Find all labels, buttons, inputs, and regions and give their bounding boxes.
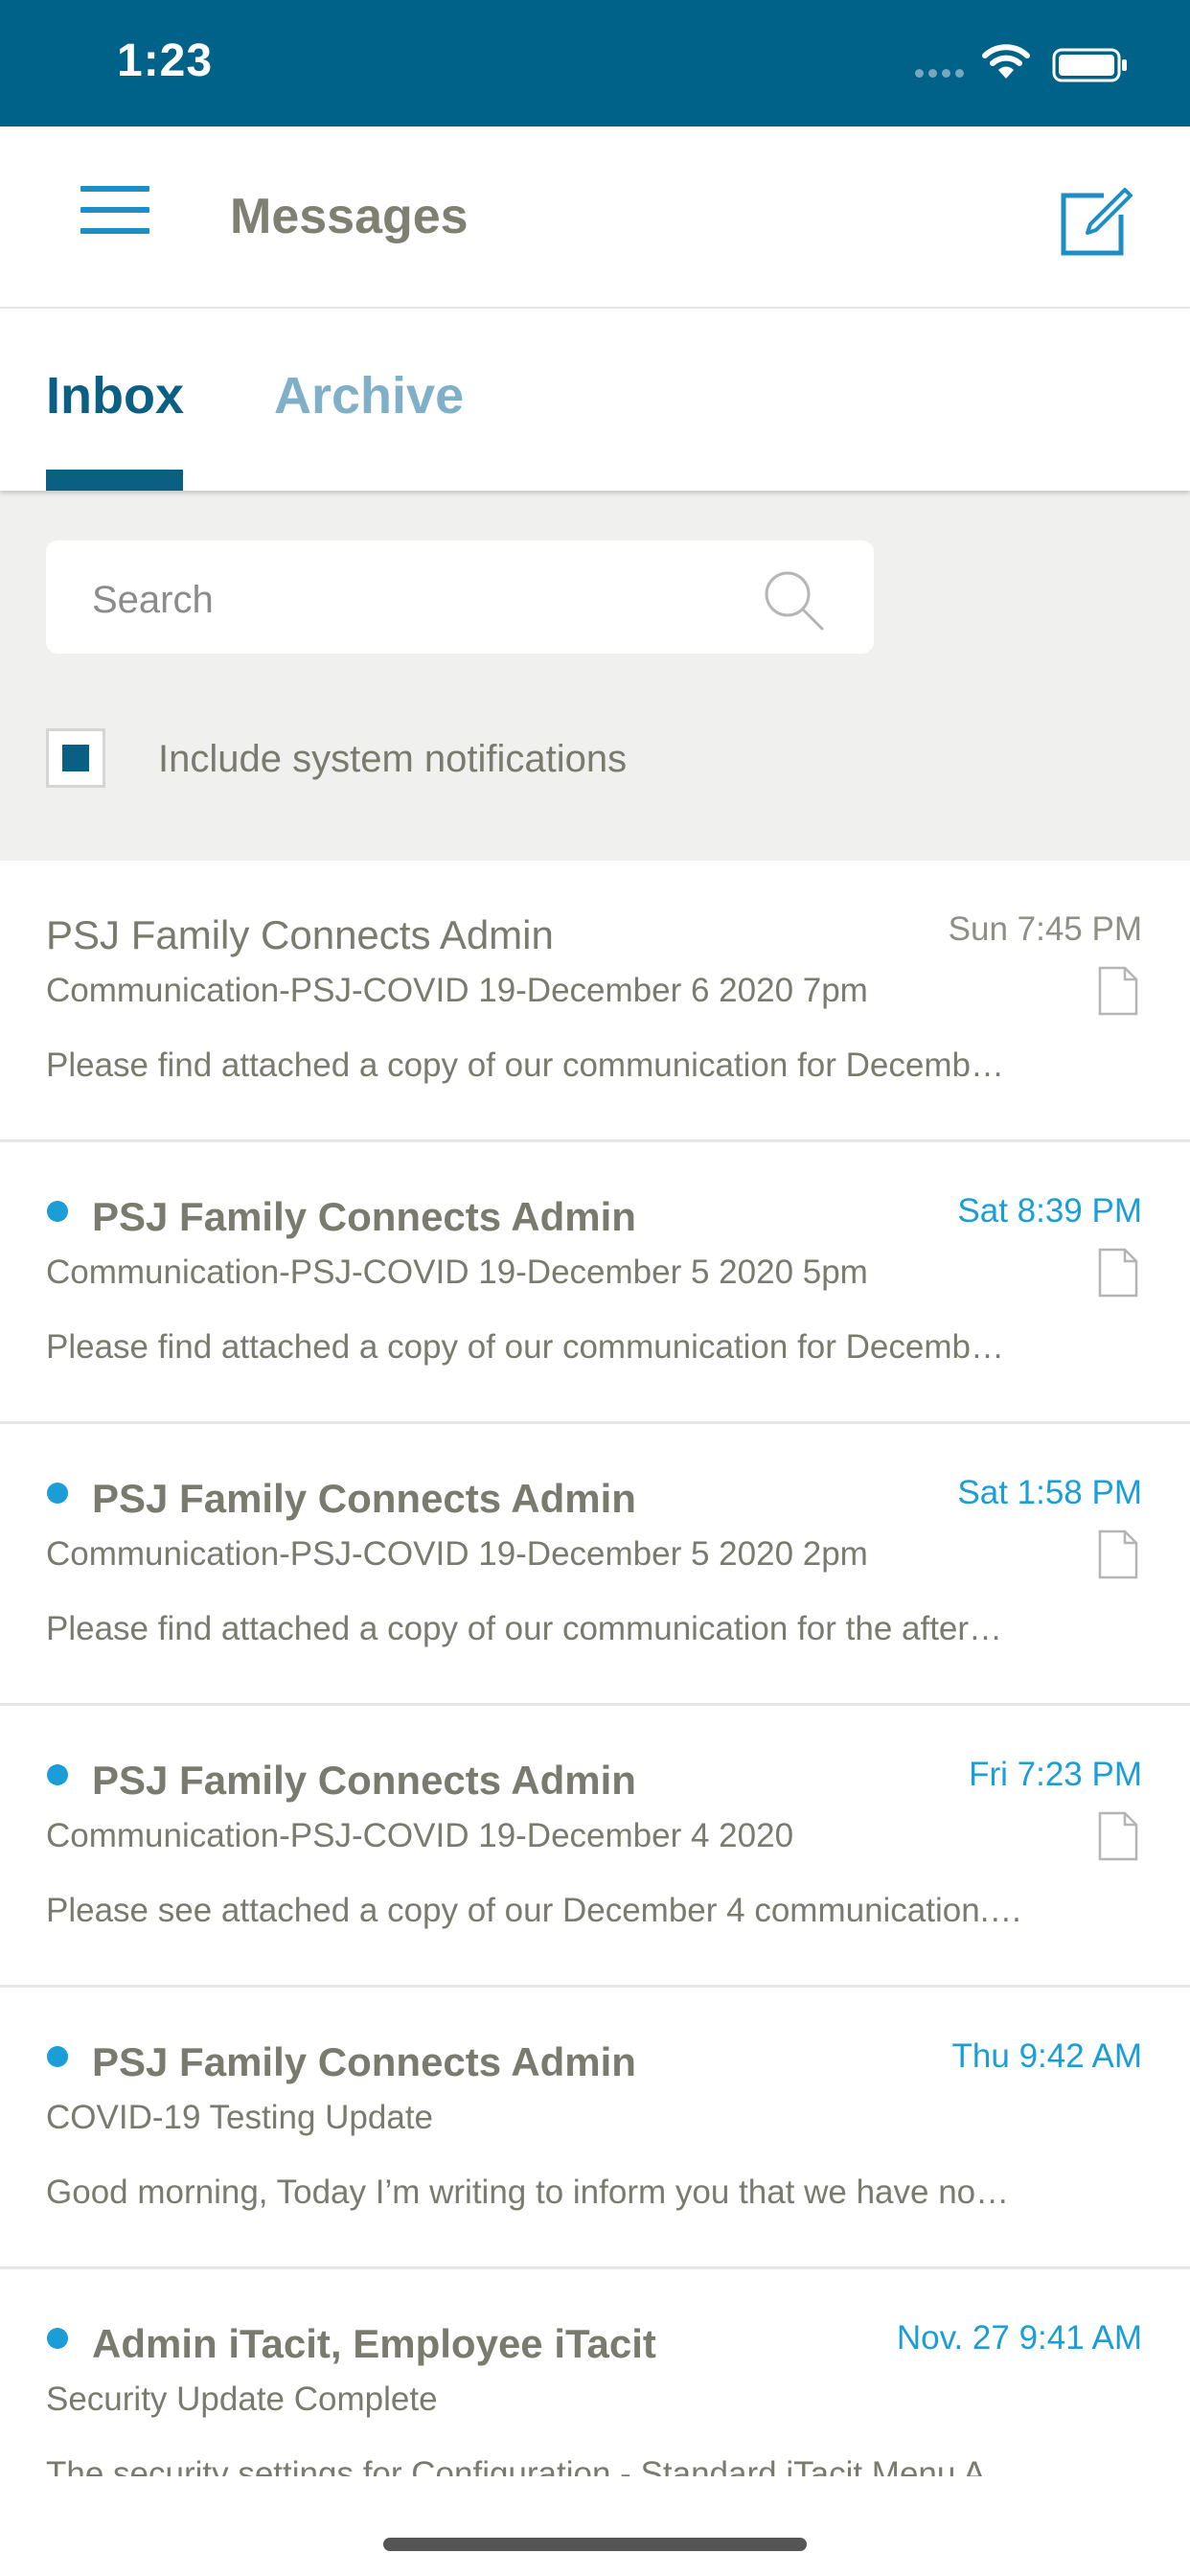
unread-indicator-icon (47, 1764, 68, 1785)
message-subject: Communication-PSJ-COVID 19-December 5 20… (46, 1535, 868, 1573)
message-sender: PSJ Family Connects Admin (46, 912, 554, 957)
message-preview: Please find attached a copy of our commu… (46, 1328, 1004, 1366)
message-time: Nov. 27 9:41 AM (896, 2319, 1142, 2357)
message-list: PSJ Family Connects Admin Sun 7:45 PM Comm… (0, 861, 1190, 2476)
wifi-icon (982, 44, 1030, 79)
message-preview: The security settings for Configuration … (46, 2455, 1019, 2476)
attachment-icon (1098, 966, 1138, 1016)
home-indicator[interactable] (383, 2538, 807, 2551)
tab-inbox[interactable]: Inbox (46, 366, 184, 426)
compose-icon[interactable] (1060, 186, 1133, 259)
page-title: Messages (230, 189, 469, 244)
message-preview: Please find attached a copy of our commu… (46, 1046, 1004, 1084)
unread-indicator-icon (47, 1483, 68, 1504)
include-system-label: Include system notifications (158, 738, 628, 780)
search-icon[interactable] (761, 567, 828, 634)
message-preview: Good morning, Today I’m writing to infor… (46, 2174, 1010, 2211)
message-row[interactable]: PSJ Family Connects Admin Fri 7:23 PM Comm… (0, 1706, 1190, 1988)
unread-indicator-icon (47, 2328, 68, 2349)
message-sender: PSJ Family Connects Admin (92, 1476, 636, 1521)
status-bar: 1:23 (0, 0, 1190, 126)
search-input[interactable]: Search (46, 540, 874, 654)
tab-archive[interactable]: Archive (274, 366, 464, 426)
status-time: 1:23 (117, 35, 214, 86)
message-time: Thu 9:42 AM (951, 2037, 1142, 2075)
message-time: Fri 7:23 PM (969, 1756, 1142, 1793)
unread-indicator-icon (47, 1201, 68, 1222)
tab-bar: Inbox Archive (0, 309, 1190, 491)
message-preview: Please find attached a copy of our commu… (46, 1610, 1003, 1647)
message-preview: Please see attached a copy of our Decemb… (46, 1892, 1023, 1929)
message-subject: Communication-PSJ-COVID 19-December 4 20… (46, 1817, 794, 1854)
search-placeholder: Search (92, 579, 214, 621)
message-subject: Security Update Complete (46, 2380, 438, 2418)
app-header: Messages (0, 126, 1190, 309)
message-time: Sat 8:39 PM (957, 1192, 1142, 1230)
attachment-icon (1098, 1811, 1138, 1861)
message-subject: Communication-PSJ-COVID 19-December 5 20… (46, 1254, 868, 1291)
checkbox-check-mark (62, 745, 89, 771)
include-system-checkbox[interactable] (46, 728, 105, 788)
message-row[interactable]: PSJ Family Connects Admin Sat 1:58 PM Comm… (0, 1424, 1190, 1706)
tab-active-indicator (46, 470, 183, 491)
message-sender: PSJ Family Connects Admin (92, 1758, 636, 1803)
signal-icon (915, 69, 964, 78)
battery-icon (1052, 48, 1127, 82)
message-row[interactable]: PSJ Family Connects Admin Sat 8:39 PM Comm… (0, 1142, 1190, 1424)
message-row[interactable]: PSJ Family Connects Admin Sun 7:45 PM Comm… (0, 861, 1190, 1142)
message-row[interactable]: Admin iTacit, Employee iTacit Nov. 27 9:4… (0, 2269, 1190, 2476)
message-subject: Communication-PSJ-COVID 19-December 6 20… (46, 972, 868, 1009)
message-sender: PSJ Family Connects Admin (92, 1194, 636, 1239)
message-time: Sun 7:45 PM (948, 910, 1142, 948)
attachment-icon (1098, 1248, 1138, 1298)
filter-panel: Search Include system notifications (0, 491, 1190, 861)
message-sender: Admin iTacit, Employee iTacit (92, 2321, 656, 2366)
attachment-icon (1098, 1530, 1138, 1579)
message-subject: COVID-19 Testing Update (46, 2099, 434, 2136)
unread-indicator-icon (47, 2046, 68, 2067)
hamburger-icon[interactable] (80, 186, 149, 243)
message-row[interactable]: PSJ Family Connects Admin Thu 9:42 AM COVI… (0, 1988, 1190, 2269)
message-sender: PSJ Family Connects Admin (92, 2039, 636, 2084)
message-time: Sat 1:58 PM (957, 1474, 1142, 1511)
